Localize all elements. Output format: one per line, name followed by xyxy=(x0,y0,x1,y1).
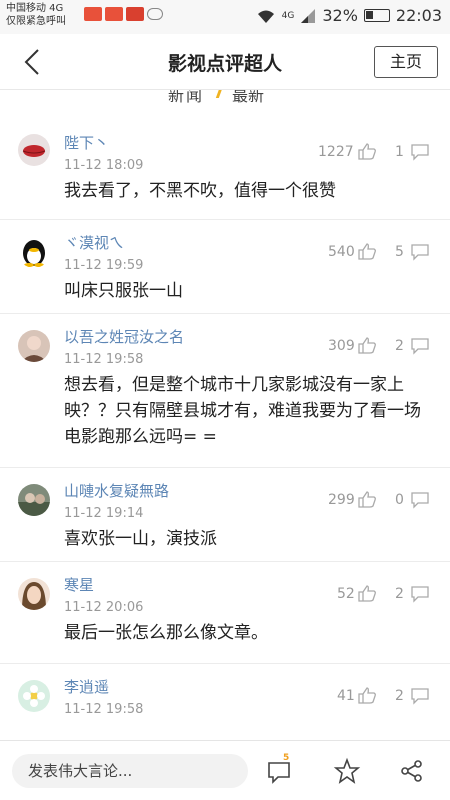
avatar[interactable] xyxy=(18,236,50,268)
avatar[interactable] xyxy=(18,330,50,362)
comment-time: 11-12 19:58 xyxy=(64,702,144,717)
reply-bubble-icon[interactable] xyxy=(410,143,430,161)
comment-text: 想去看，但是整个城市十几家影城没有一家上映？？只有隔壁县城才有，难道我要为了看一… xyxy=(64,375,421,447)
like-count: 1227 xyxy=(318,144,354,160)
reply-count: 2 xyxy=(395,688,404,704)
signal-icon xyxy=(301,8,316,23)
thumbs-up-icon[interactable] xyxy=(357,490,377,508)
reply-count: 1 xyxy=(395,144,404,160)
reply-bubble-icon[interactable] xyxy=(410,687,430,705)
notification-icons xyxy=(84,7,163,21)
battery-percent: 32% xyxy=(322,6,358,25)
comment-username[interactable]: 山嗹水复疑無路 xyxy=(64,480,169,501)
comment-time: 11-12 18:09 xyxy=(64,158,144,173)
tab-divider xyxy=(215,90,224,98)
comment-text: 我去看了，不黑不吹，值得一个很赞 xyxy=(64,181,336,201)
reply-bubble-icon[interactable] xyxy=(410,585,430,603)
thumbs-up-icon[interactable] xyxy=(357,142,377,160)
photo-avatar-icon xyxy=(21,336,47,362)
like-count: 309 xyxy=(328,338,355,354)
clipped-tab-strip: 新闻 最新 xyxy=(0,90,450,104)
comment-item: ヾ漠视ㄟ 11-12 19:59 叫床只服张一山 540 5 xyxy=(0,220,450,314)
reply-count: 5 xyxy=(395,244,404,260)
comment-username[interactable]: 陛下丶 xyxy=(64,132,109,153)
network-type: 4G xyxy=(281,10,295,21)
comment-item: 寒星 11-12 20:06 最后一张怎么那么像文章。 52 2 xyxy=(0,562,450,664)
comment-count-badge: 5 xyxy=(283,753,290,763)
avatar[interactable] xyxy=(18,134,50,166)
comment-item: 以吾之姓冠汝之名 11-12 19:58 想去看，但是整个城市十几家影城没有一家… xyxy=(0,314,450,468)
thumbs-up-icon[interactable] xyxy=(357,584,377,602)
comment-time: 11-12 19:58 xyxy=(64,352,144,367)
like-count: 41 xyxy=(337,688,355,704)
star-favorite-icon[interactable] xyxy=(333,757,361,785)
comment-time: 11-12 20:06 xyxy=(64,600,144,615)
clipped-text-left: 新闻 xyxy=(168,90,205,104)
comment-item: 李逍遥 11-12 19:58 41 2 xyxy=(0,664,450,744)
reply-count: 0 xyxy=(395,492,404,508)
thumbs-up-icon[interactable] xyxy=(357,336,377,354)
clipped-text-right: 最新 xyxy=(232,90,265,104)
reply-bubble-icon[interactable] xyxy=(410,337,430,355)
thumbs-up-icon[interactable] xyxy=(357,686,377,704)
status-bar: 中国移动 4G 仅限紧急呼叫 4G 32% 22:03 xyxy=(0,0,450,34)
carrier-info: 中国移动 4G 仅限紧急呼叫 xyxy=(6,2,66,28)
reply-count: 2 xyxy=(395,586,404,602)
battery-icon xyxy=(363,9,390,22)
cloud-icon xyxy=(147,8,163,20)
comment-time: 11-12 19:59 xyxy=(64,258,144,273)
news-app-icon xyxy=(105,7,123,21)
avatar[interactable] xyxy=(18,578,50,610)
chat-app-icon xyxy=(84,7,102,21)
like-count: 299 xyxy=(328,492,355,508)
penguin-avatar-icon xyxy=(23,240,45,267)
comment-text: 喜欢张一山，演技派 xyxy=(64,529,217,549)
flower-avatar-icon xyxy=(23,685,45,707)
photo-avatar-icon xyxy=(18,493,50,516)
comment-item: 山嗹水复疑無路 11-12 19:14 喜欢张一山，演技派 299 0 xyxy=(0,468,450,562)
reply-count: 2 xyxy=(395,338,404,354)
comment-text: 最后一张怎么那么像文章。 xyxy=(64,623,268,643)
status-right: 4G 32% 22:03 xyxy=(256,6,442,25)
wifi-icon xyxy=(257,10,274,23)
share-icon[interactable] xyxy=(398,757,426,785)
like-count: 540 xyxy=(328,244,355,260)
lips-avatar-icon xyxy=(22,145,46,157)
bottom-action-bar: 发表伟大言论... 5 xyxy=(0,740,450,800)
comment-time: 11-12 19:14 xyxy=(64,506,144,521)
comment-username[interactable]: ヾ漠视ㄟ xyxy=(64,232,124,253)
comments-icon[interactable] xyxy=(266,757,294,785)
comment-username[interactable]: 李逍遥 xyxy=(64,676,109,697)
thumbs-up-icon[interactable] xyxy=(357,242,377,260)
news-app-icon-2 xyxy=(126,7,144,21)
comment-item: 陛下丶 11-12 18:09 我去看了，不黑不吹，值得一个很赞 1227 1 xyxy=(0,118,450,220)
comment-username[interactable]: 寒星 xyxy=(64,574,94,595)
avatar[interactable] xyxy=(18,484,50,516)
emergency-label: 仅限紧急呼叫 xyxy=(6,16,66,27)
comment-input[interactable]: 发表伟大言论... xyxy=(12,754,248,788)
reply-bubble-icon[interactable] xyxy=(410,243,430,261)
photo-avatar-icon xyxy=(22,582,46,610)
carrier-label: 中国移动 4G xyxy=(6,3,64,14)
comment-text: 叫床只服张一山 xyxy=(64,281,183,301)
page-header: 影视点评超人 主页 xyxy=(0,34,450,90)
comment-username[interactable]: 以吾之姓冠汝之名 xyxy=(64,326,184,347)
clock: 22:03 xyxy=(395,6,442,25)
comment-list: 陛下丶 11-12 18:09 我去看了，不黑不吹，值得一个很赞 1227 1 … xyxy=(0,118,450,744)
reply-bubble-icon[interactable] xyxy=(410,491,430,509)
home-button[interactable]: 主页 xyxy=(374,46,438,78)
like-count: 52 xyxy=(337,586,355,602)
avatar[interactable] xyxy=(18,680,50,712)
